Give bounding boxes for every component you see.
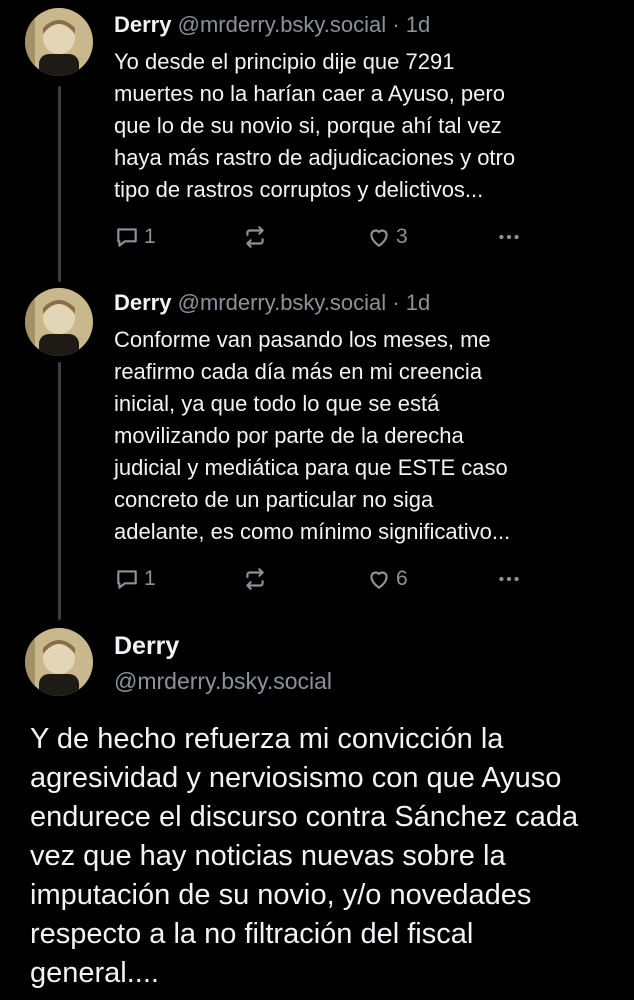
post-text-line: adelante, es como mínimo significativo..…: [114, 519, 511, 544]
repost-icon: [242, 224, 268, 250]
main-post-line: imputación de su novio, y/o novedades: [30, 879, 532, 911]
main-author-name[interactable]: Derry: [114, 632, 179, 661]
post-time[interactable]: 1d: [406, 290, 430, 315]
like-button[interactable]: 3: [366, 222, 408, 252]
repost-button[interactable]: [242, 564, 268, 594]
reply-button[interactable]: 1: [114, 564, 156, 594]
author-handle[interactable]: @mrderry.bsky.social: [178, 290, 387, 315]
heart-icon: [366, 224, 392, 250]
thread-post[interactable]: Derry @mrderry.bsky.social · 1d Yo desde…: [0, 0, 634, 280]
main-post-line: general....: [30, 957, 159, 989]
avatar[interactable]: [25, 288, 93, 356]
author-name[interactable]: Derry: [114, 12, 171, 37]
main-post-line: respecto a la no filtración del fiscal: [30, 918, 474, 950]
like-count: 6: [396, 567, 408, 590]
repost-button[interactable]: [242, 222, 268, 252]
heart-icon: [366, 566, 392, 592]
post-actions: 1 6: [114, 564, 524, 594]
more-dots-icon: [496, 566, 522, 592]
author-handle[interactable]: @mrderry.bsky.social: [178, 12, 387, 37]
thread-post[interactable]: Derry @mrderry.bsky.social · 1d Conforme…: [0, 282, 634, 622]
reply-count: 1: [144, 225, 156, 248]
post-text-line: movilizando por parte de la derecha: [114, 423, 464, 448]
post-text-line: reafirmo cada día más en mi creencia: [114, 359, 483, 384]
post-header: Derry @mrderry.bsky.social · 1d: [114, 12, 430, 38]
post-time[interactable]: 1d: [406, 12, 430, 37]
more-button[interactable]: [496, 564, 522, 594]
like-count: 3: [396, 225, 408, 248]
post-text-line: muertes no la harían caer a Ayuso, pero: [114, 81, 505, 106]
author-name[interactable]: Derry: [114, 290, 171, 315]
reply-icon: [114, 224, 140, 250]
more-dots-icon: [496, 224, 522, 250]
main-post-line: endurece el discurso contra Sánchez cada: [30, 801, 579, 833]
main-post-line: agresividad y nerviosismo con que Ayuso: [30, 762, 562, 794]
more-button[interactable]: [496, 222, 522, 252]
post-text: Conforme van pasando los meses, me reafi…: [114, 324, 614, 548]
post-text-line: Yo desde el principio dije que 7291: [114, 49, 455, 74]
reply-icon: [114, 566, 140, 592]
post-text-line: tipo de rastros corruptos y delictivos..…: [114, 177, 484, 202]
reply-button[interactable]: 1: [114, 222, 156, 252]
header-separator: ·: [392, 12, 400, 37]
post-header: Derry @mrderry.bsky.social · 1d: [114, 290, 430, 316]
post-text-line: Conforme van pasando los meses, me: [114, 327, 491, 352]
repost-icon: [242, 566, 268, 592]
post-actions: 1 3: [114, 222, 524, 252]
avatar[interactable]: [25, 8, 93, 76]
like-button[interactable]: 6: [366, 564, 408, 594]
post-text-line: concreto de un particular no siga: [114, 487, 434, 512]
main-post-line: Y de hecho refuerza mi convicción la: [30, 723, 504, 755]
post-text-line: inicial, ya que todo lo que se está: [114, 391, 440, 416]
post-text-line: judicial y mediática para que ESTE caso: [114, 455, 508, 480]
main-post-line: vez que hay noticias nuevas sobre la: [30, 840, 506, 872]
post-text-line: haya más rastro de adjudicaciones y otro: [114, 145, 516, 170]
avatar[interactable]: [25, 628, 93, 696]
header-separator: ·: [392, 290, 400, 315]
post-text: Yo desde el principio dije que 7291 muer…: [114, 46, 614, 206]
reply-count: 1: [144, 567, 156, 590]
post-text-line: que lo de su novio si, porque ahí tal ve…: [114, 113, 502, 138]
main-author-handle[interactable]: @mrderry.bsky.social: [114, 668, 332, 695]
main-post-text: Y de hecho refuerza mi convicción la agr…: [30, 720, 620, 993]
